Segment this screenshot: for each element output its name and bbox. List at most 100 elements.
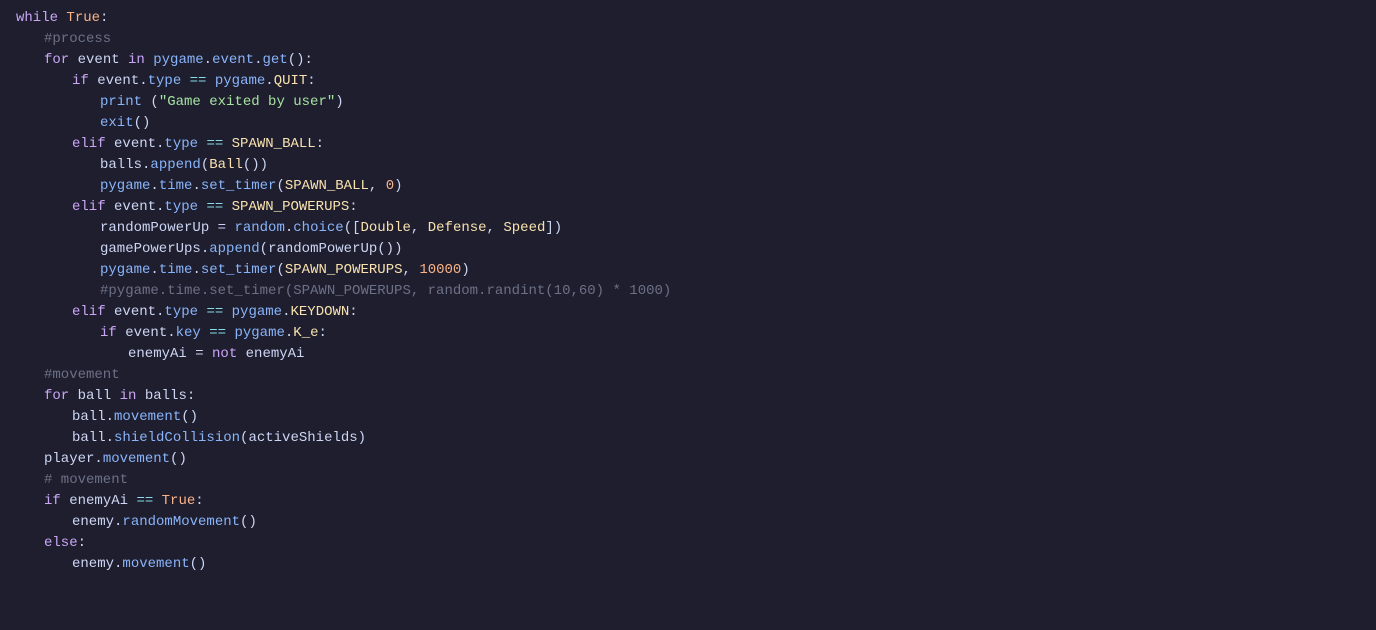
token-method: movement xyxy=(122,554,189,575)
token-punct: , xyxy=(411,218,428,239)
code-line: if enemyAi == True: xyxy=(0,491,1376,512)
token-punct: : xyxy=(195,491,203,512)
token-attr: pygame xyxy=(100,176,150,197)
token-kw-for: for xyxy=(44,50,69,71)
token-attr: pygame xyxy=(153,50,203,71)
token-punct: . xyxy=(192,260,200,281)
token-punct: ( xyxy=(142,92,159,113)
code-line: enemy.movement() xyxy=(0,554,1376,575)
code-line: exit() xyxy=(0,113,1376,134)
token-attr: pygame xyxy=(100,260,150,281)
token-punct: ()) xyxy=(243,155,268,176)
token-punct: , xyxy=(403,260,420,281)
token-var: balls xyxy=(100,155,142,176)
code-line: else: xyxy=(0,533,1376,554)
token-punct: ( xyxy=(240,428,248,449)
token-method: set_timer xyxy=(201,176,277,197)
token-str: "Game exited by user" xyxy=(159,92,335,113)
code-line: #pygame.time.set_timer(SPAWN_POWERUPS, r… xyxy=(0,281,1376,302)
token-var: player xyxy=(44,449,94,470)
token-punct: . xyxy=(285,323,293,344)
token-kw-if: if xyxy=(72,71,89,92)
token-punct: , xyxy=(487,218,504,239)
token-punct: (): xyxy=(288,50,313,71)
code-editor: while True:#processfor event in pygame.e… xyxy=(0,0,1376,583)
token-kw-in: in xyxy=(120,386,137,407)
token-punct xyxy=(58,8,66,29)
token-method: choice xyxy=(293,218,343,239)
token-punct: : xyxy=(349,302,357,323)
token-var: randomPowerUp xyxy=(100,218,209,239)
token-cls-name: SPAWN_BALL xyxy=(232,134,316,155)
code-line: #process xyxy=(0,29,1376,50)
token-kw-if: if xyxy=(100,323,117,344)
token-attr: type xyxy=(164,134,198,155)
token-punct xyxy=(198,302,206,323)
token-cls-name: Defense xyxy=(428,218,487,239)
token-attr: time xyxy=(159,260,193,281)
token-method: exit xyxy=(100,113,134,134)
code-line: ball.shieldCollision(activeShields) xyxy=(0,428,1376,449)
token-method: movement xyxy=(103,449,170,470)
code-line: enemy.randomMovement() xyxy=(0,512,1376,533)
token-punct: . xyxy=(106,428,114,449)
token-comment: #pygame.time.set_timer(SPAWN_POWERUPS, r… xyxy=(100,281,671,302)
code-line: pygame.time.set_timer(SPAWN_POWERUPS, 10… xyxy=(0,260,1376,281)
token-var: ball xyxy=(72,407,106,428)
token-kw-not: not xyxy=(212,344,237,365)
token-cls-name: Double xyxy=(361,218,411,239)
token-method: append xyxy=(150,155,200,176)
token-kw-while: while xyxy=(16,8,58,29)
token-method: shieldCollision xyxy=(114,428,240,449)
code-line: #movement xyxy=(0,365,1376,386)
token-var: event. xyxy=(106,134,165,155)
token-method: print xyxy=(100,92,142,113)
token-method: set_timer xyxy=(201,260,277,281)
token-punct: : xyxy=(319,323,327,344)
token-comment: #movement xyxy=(44,365,120,386)
token-punct xyxy=(223,197,231,218)
token-punct: , xyxy=(369,176,386,197)
token-var: event xyxy=(69,50,128,71)
token-op: == xyxy=(136,491,153,512)
token-punct: ) xyxy=(461,260,469,281)
token-punct: . xyxy=(150,176,158,197)
code-line: # movement xyxy=(0,470,1376,491)
token-punct: = xyxy=(209,218,234,239)
token-attr: random xyxy=(234,218,284,239)
code-line: print ("Game exited by user") xyxy=(0,92,1376,113)
token-punct: ( xyxy=(276,176,284,197)
code-line: pygame.time.set_timer(SPAWN_BALL, 0) xyxy=(0,176,1376,197)
token-attr: pygame xyxy=(232,302,282,323)
token-punct xyxy=(201,323,209,344)
code-line: if event.type == pygame.QUIT: xyxy=(0,71,1376,92)
token-punct: ) xyxy=(394,176,402,197)
token-attr: pygame xyxy=(234,323,284,344)
token-punct: . xyxy=(114,512,122,533)
token-var: event. xyxy=(106,302,165,323)
token-method: append xyxy=(209,239,259,260)
token-punct xyxy=(223,302,231,323)
token-var: ball xyxy=(72,428,106,449)
token-comment: #process xyxy=(44,29,111,50)
token-punct xyxy=(153,491,161,512)
token-punct: () xyxy=(181,407,198,428)
token-punct: . xyxy=(114,554,122,575)
token-op: == xyxy=(209,323,226,344)
token-cls-name: SPAWN_BALL xyxy=(285,176,369,197)
token-attr: key xyxy=(176,323,201,344)
token-kw-in: in xyxy=(128,50,145,71)
token-punct xyxy=(223,134,231,155)
token-var: enemy xyxy=(72,512,114,533)
token-punct: ) xyxy=(335,92,343,113)
token-punct: () xyxy=(240,512,257,533)
token-cls-name: KEYDOWN xyxy=(290,302,349,323)
code-line: elif event.type == SPAWN_POWERUPS: xyxy=(0,197,1376,218)
token-punct: . xyxy=(265,71,273,92)
token-punct xyxy=(226,323,234,344)
token-punct: . xyxy=(285,218,293,239)
code-line: if event.key == pygame.K_e: xyxy=(0,323,1376,344)
token-attr: type xyxy=(164,197,198,218)
token-num: 10000 xyxy=(419,260,461,281)
token-punct xyxy=(198,197,206,218)
